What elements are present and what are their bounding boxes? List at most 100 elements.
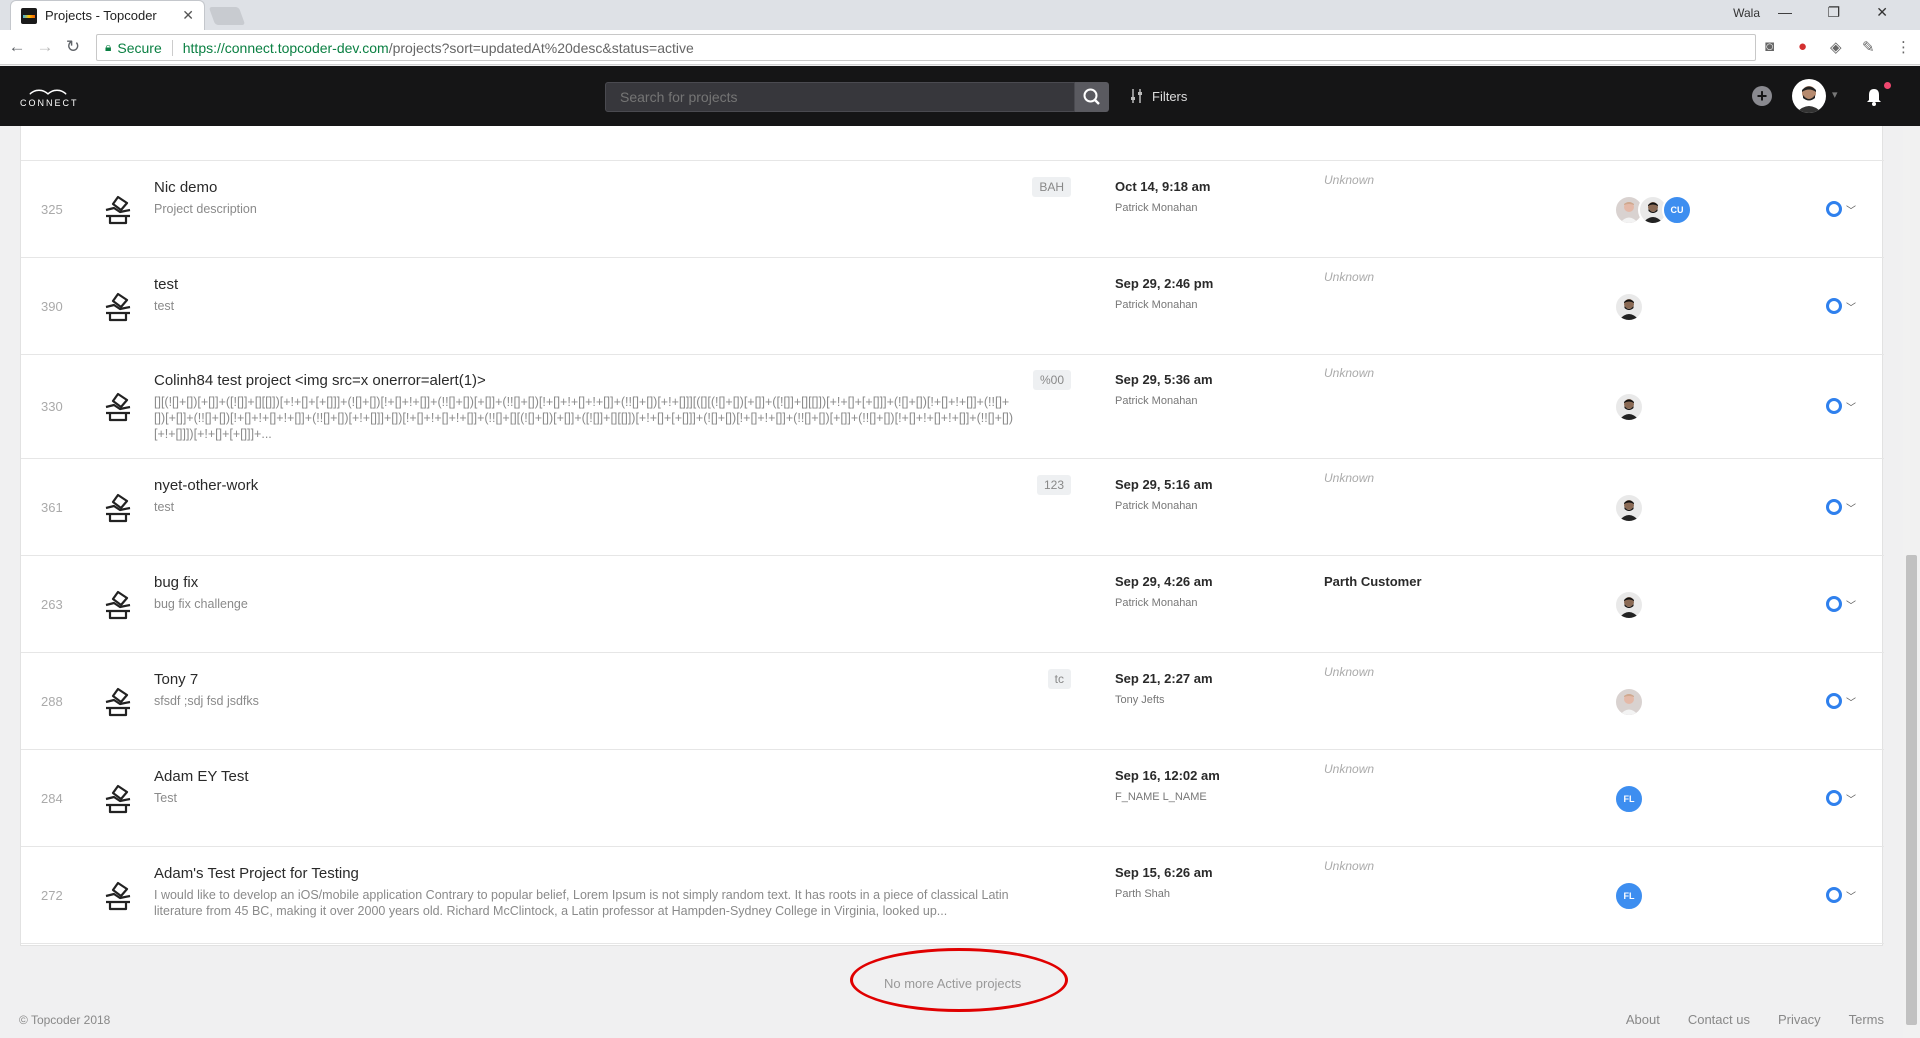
updated-by: Patrick Monahan [1115,299,1198,311]
team-member-avatar[interactable] [1614,687,1644,717]
menu-icon[interactable]: ⋮ [1896,38,1911,56]
team-member-initials-avatar[interactable]: FL [1614,784,1644,814]
app-header: ︵︵ CONNECT Filters + ▾ [0,66,1920,126]
project-row[interactable]: 330 Colinh84 test project <img src=x oner… [21,355,1884,459]
search-input[interactable] [605,82,1075,112]
topcoder-favicon-icon [21,7,37,24]
project-status-dropdown[interactable]: ﹀ [1826,398,1856,414]
footer-link-terms[interactable]: Terms [1849,1012,1884,1027]
project-status-dropdown[interactable]: ﹀ [1826,596,1856,612]
chevron-down-icon: ﹀ [1846,794,1856,806]
project-id: 272 [41,888,63,903]
project-name[interactable]: Adam's Test Project for Testing [154,865,359,882]
project-status-dropdown[interactable]: ﹀ [1826,298,1856,314]
back-icon[interactable]: ← [6,37,28,57]
footer-link-contact[interactable]: Contact us [1688,1012,1750,1027]
connect-logo[interactable]: ︵︵ CONNECT [20,77,77,108]
team-member-initials-avatar[interactable]: FL [1614,881,1644,911]
project-description: test [154,299,175,313]
browser-tab[interactable]: Projects - Topcoder ✕ [10,0,205,30]
team-member-avatar[interactable] [1614,392,1644,422]
team-avatars[interactable] [1614,590,1644,620]
chevron-down-icon: ﹀ [1846,503,1856,515]
team-avatars[interactable] [1614,687,1644,717]
user-avatar[interactable] [1792,79,1826,113]
minimize-icon[interactable]: — [1778,4,1792,20]
updated-by: Tony Jefts [1115,694,1165,706]
team-avatars[interactable] [1614,292,1644,322]
project-name[interactable]: Tony 7 [154,671,198,688]
chevron-down-icon: ﹀ [1846,600,1856,612]
project-row[interactable]: 284 Adam EY Test Test Sep 16, 12:02 am F_NAM… [21,750,1884,847]
tab-close-icon[interactable]: ✕ [182,7,194,24]
team-avatars[interactable]: FL [1614,881,1644,911]
project-name[interactable]: test [154,276,178,293]
browser-toolbar: ← → ↻ 🔒︎ Secure https://connect.topcoder… [0,30,1920,65]
window-close-icon[interactable]: ✕ [1876,4,1888,21]
team-avatars[interactable] [1614,392,1644,422]
team-member-avatar[interactable] [1614,493,1644,523]
project-name[interactable]: Nic demo [154,179,217,196]
team-member-avatar[interactable] [1614,590,1644,620]
team-avatars[interactable]: CU [1614,195,1692,225]
project-status-dropdown[interactable]: ﹀ [1826,887,1856,903]
person-photo-icon [1619,597,1639,618]
last-updated-date: Sep 29, 2:46 pm [1115,276,1214,291]
notification-dot [1884,82,1891,89]
team-member-avatar[interactable] [1614,292,1644,322]
team-member-initials-avatar[interactable]: CU [1662,195,1692,225]
footer-link-privacy[interactable]: Privacy [1778,1012,1821,1027]
project-id: 325 [41,202,63,217]
filters-label: Filters [1152,88,1188,104]
address-bar[interactable]: 🔒︎ Secure https://connect.topcoder-dev.c… [96,34,1756,61]
new-project-icon[interactable]: + [1752,86,1772,106]
project-name[interactable]: Adam EY Test [154,768,249,785]
project-status-dropdown[interactable]: ﹀ [1826,693,1856,709]
project-description: Project description [154,202,257,216]
footer-link-about[interactable]: About [1626,1012,1660,1027]
user-menu-chevron-down-icon[interactable]: ▾ [1832,88,1838,101]
customer-name: Unknown [1324,173,1375,187]
scrollbar-thumb[interactable] [1906,555,1917,1025]
notifications-bell-icon[interactable] [1863,86,1885,108]
project-name[interactable]: bug fix [154,574,198,591]
project-type-icon [105,493,131,523]
project-status-dropdown[interactable]: ﹀ [1826,499,1856,515]
project-row[interactable]: 361 nyet-other-work test 123 Sep 29, 5:16 am… [21,459,1884,556]
status-ring-icon [1826,201,1842,217]
filters-button[interactable]: Filters [1130,88,1187,104]
chevron-down-icon: ﹀ [1846,891,1856,903]
team-avatars[interactable]: FL [1614,784,1644,814]
footer-links: About Contact us Privacy Terms [1626,1012,1884,1027]
status-ring-icon [1826,298,1842,314]
project-row[interactable]: 263 bug fix bug fix challenge Sep 29, 4:26 … [21,556,1884,653]
customer-name: Unknown [1324,471,1375,485]
restore-icon[interactable]: ❐ [1827,4,1840,21]
project-status-dropdown[interactable]: ﹀ [1826,201,1856,217]
last-updated-date: Sep 15, 6:26 am [1115,865,1213,880]
project-status-dropdown[interactable]: ﹀ [1826,790,1856,806]
reload-icon[interactable]: ↻ [62,37,84,57]
user-photo-icon [1796,86,1822,113]
team-avatars[interactable] [1614,493,1644,523]
project-row[interactable]: 390 test test Sep 29, 2:46 pm Patrick Monaha… [21,258,1884,355]
project-row[interactable]: 325 Nic demo Project description BAH Oct 14,… [21,161,1884,258]
project-tag-badge: tc [1047,669,1071,689]
shield-icon[interactable]: ◈ [1830,38,1842,56]
project-row[interactable]: 288 Tony 7 sfsdf ;sdj fsd jsdfks tc Sep 21, … [21,653,1884,750]
camera-icon[interactable]: ◙ [1765,38,1774,55]
person-photo-icon [1619,399,1639,420]
forward-icon[interactable]: → [34,37,56,57]
person-photo-icon [1619,299,1639,320]
opera-extension-icon[interactable]: ● [1798,38,1807,55]
project-type-icon [105,687,131,717]
project-type-icon [105,784,131,814]
updated-by: Patrick Monahan [1115,202,1198,214]
pen-extension-icon[interactable]: ✎ [1862,38,1875,56]
project-name[interactable]: nyet-other-work [154,477,258,494]
avatar-initials: FL [1623,891,1635,901]
new-tab-button[interactable] [208,7,246,25]
search-button[interactable] [1075,82,1109,112]
project-name[interactable]: Colinh84 test project <img src=x onerror… [154,372,486,389]
project-row[interactable]: 272 Adam's Test Project for Testing I woul… [21,847,1884,944]
